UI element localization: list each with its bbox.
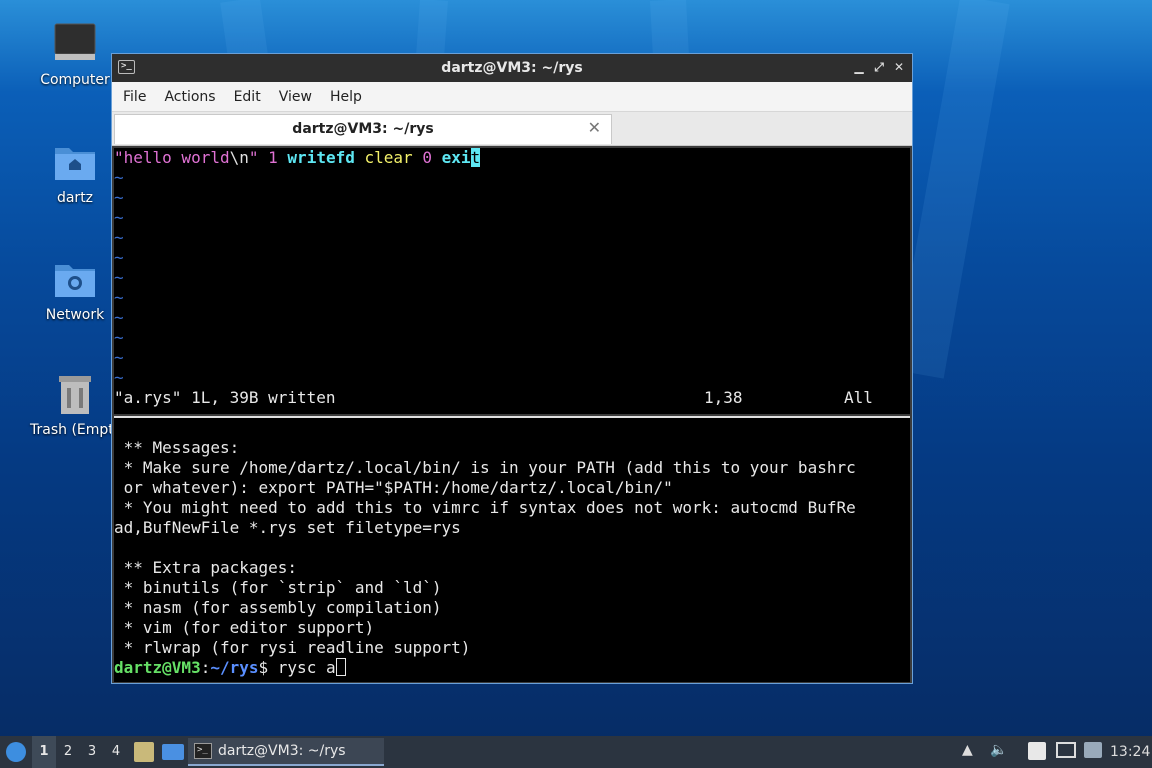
clipboard-icon[interactable] xyxy=(1028,742,1046,760)
menu-bar: File Actions Edit View Help xyxy=(112,82,912,112)
desktop-icon-network[interactable]: Network xyxy=(30,257,120,323)
desktop-icon-label: dartz xyxy=(56,190,94,206)
file-manager-launcher-icon[interactable] xyxy=(134,742,154,762)
shell-output-line: * rlwrap (for rysi readline support) xyxy=(114,638,471,657)
menu-file[interactable]: File xyxy=(114,89,155,105)
desktop-icon-trash[interactable]: Trash (Empty) xyxy=(30,372,128,438)
workspace-switcher: 1 2 3 4 xyxy=(32,736,128,768)
close-button[interactable]: ✕ xyxy=(890,58,908,76)
home-folder-icon xyxy=(53,140,97,184)
taskbar: 1 2 3 4 >_ dartz@VM3: ~/rys ▲ 🔈 13:24 xyxy=(0,736,1152,768)
vim-empty-line: ~ xyxy=(114,308,124,327)
vim-cursor: t xyxy=(470,148,481,167)
vim-empty-line: ~ xyxy=(114,168,124,187)
maximize-button[interactable]: ⤢ xyxy=(870,58,888,76)
minimize-button[interactable]: ▁ xyxy=(850,58,868,76)
workspace-3[interactable]: 3 xyxy=(80,736,104,768)
shell-output-line: or whatever): export PATH="$PATH:/home/d… xyxy=(114,478,673,497)
tab-title: dartz@VM3: ~/rys xyxy=(292,121,434,137)
vim-empty-line: ~ xyxy=(114,228,124,247)
window-titlebar[interactable]: >_ dartz@VM3: ~/rys ▁ ⤢ ✕ xyxy=(112,54,912,82)
shell-output-line: * binutils (for `strip` and `ld`) xyxy=(114,578,442,597)
computer-icon xyxy=(53,22,97,66)
shell-output-line: ad,BufNewFile *.rys set filetype=rys xyxy=(114,518,461,537)
clock[interactable]: 13:24 xyxy=(1110,744,1150,760)
window-title: dartz@VM3: ~/rys xyxy=(441,60,583,76)
workspace-4[interactable]: 4 xyxy=(104,736,128,768)
tab-terminal[interactable]: dartz@VM3: ~/rys ✕ xyxy=(114,114,612,144)
tray-up-arrow-icon[interactable]: ▲ xyxy=(962,742,973,758)
terminal-icon: >_ xyxy=(194,743,212,759)
taskbar-task-label: dartz@VM3: ~/rys xyxy=(218,743,346,759)
shell-pane[interactable]: ** Messages: * Make sure /home/dartz/.lo… xyxy=(114,416,910,682)
menu-edit[interactable]: Edit xyxy=(225,89,270,105)
vim-status-message: "a.rys" 1L, 39B written xyxy=(114,388,336,407)
shell-output-line: * nasm (for assembly compilation) xyxy=(114,598,442,617)
notification-icon[interactable] xyxy=(1084,742,1102,758)
vim-empty-line: ~ xyxy=(114,268,124,287)
terminal-window: >_ dartz@VM3: ~/rys ▁ ⤢ ✕ File Actions E… xyxy=(111,53,913,684)
vim-empty-line: ~ xyxy=(114,348,124,367)
vim-empty-line: ~ xyxy=(114,248,124,267)
shell-output-line: * vim (for editor support) xyxy=(114,618,375,637)
vim-scroll-indicator: All xyxy=(844,388,873,407)
tab-bar: dartz@VM3: ~/rys ✕ xyxy=(112,112,912,146)
desktop-icon-home[interactable]: dartz xyxy=(30,140,120,206)
vim-cursor-position: 1,38 xyxy=(704,388,743,407)
show-desktop-icon[interactable] xyxy=(162,744,184,760)
shell-output-line: ** Messages: xyxy=(114,438,240,457)
prompt-path: ~/rys xyxy=(210,658,259,677)
desktop-icon-label: Computer xyxy=(40,72,110,88)
app-menu-icon[interactable] xyxy=(6,742,26,762)
shell-prompt-line[interactable]: dartz@VM3:~/rys$ rysc a xyxy=(114,658,346,678)
vim-code-line: "hello world\n" 1 writefd clear 0 exit xyxy=(114,148,481,167)
desktop-icon-computer[interactable]: Computer xyxy=(30,22,120,88)
network-status-icon[interactable] xyxy=(1056,742,1076,758)
shell-output-line: * You might need to add this to vimrc if… xyxy=(114,498,856,517)
vim-empty-line: ~ xyxy=(114,328,124,347)
workspace-2[interactable]: 2 xyxy=(56,736,80,768)
vim-empty-line: ~ xyxy=(114,288,124,307)
menu-view[interactable]: View xyxy=(270,89,321,105)
network-folder-icon xyxy=(53,257,97,301)
desktop-icon-label: Network xyxy=(45,307,105,323)
taskbar-terminal-button[interactable]: >_ dartz@VM3: ~/rys xyxy=(188,738,384,766)
menu-help[interactable]: Help xyxy=(321,89,371,105)
vim-pane[interactable]: "hello world\n" 1 writefd clear 0 exit ~… xyxy=(114,148,910,414)
vim-empty-line: ~ xyxy=(114,208,124,227)
shell-output-line: ** Extra packages: xyxy=(114,558,298,577)
desktop-icon-label: Trash (Empty) xyxy=(30,422,128,438)
prompt-user: dartz@VM3 xyxy=(114,658,201,677)
trash-icon xyxy=(53,372,97,416)
menu-actions[interactable]: Actions xyxy=(155,89,224,105)
shell-cursor xyxy=(335,658,346,676)
tab-close-icon[interactable]: ✕ xyxy=(588,118,601,137)
shell-command: rysc a xyxy=(268,658,336,677)
volume-icon[interactable]: 🔈 xyxy=(990,742,1007,758)
workspace-1[interactable]: 1 xyxy=(32,736,56,768)
vim-empty-line: ~ xyxy=(114,368,124,387)
vim-empty-line: ~ xyxy=(114,188,124,207)
shell-output-line: * Make sure /home/dartz/.local/bin/ is i… xyxy=(114,458,856,477)
